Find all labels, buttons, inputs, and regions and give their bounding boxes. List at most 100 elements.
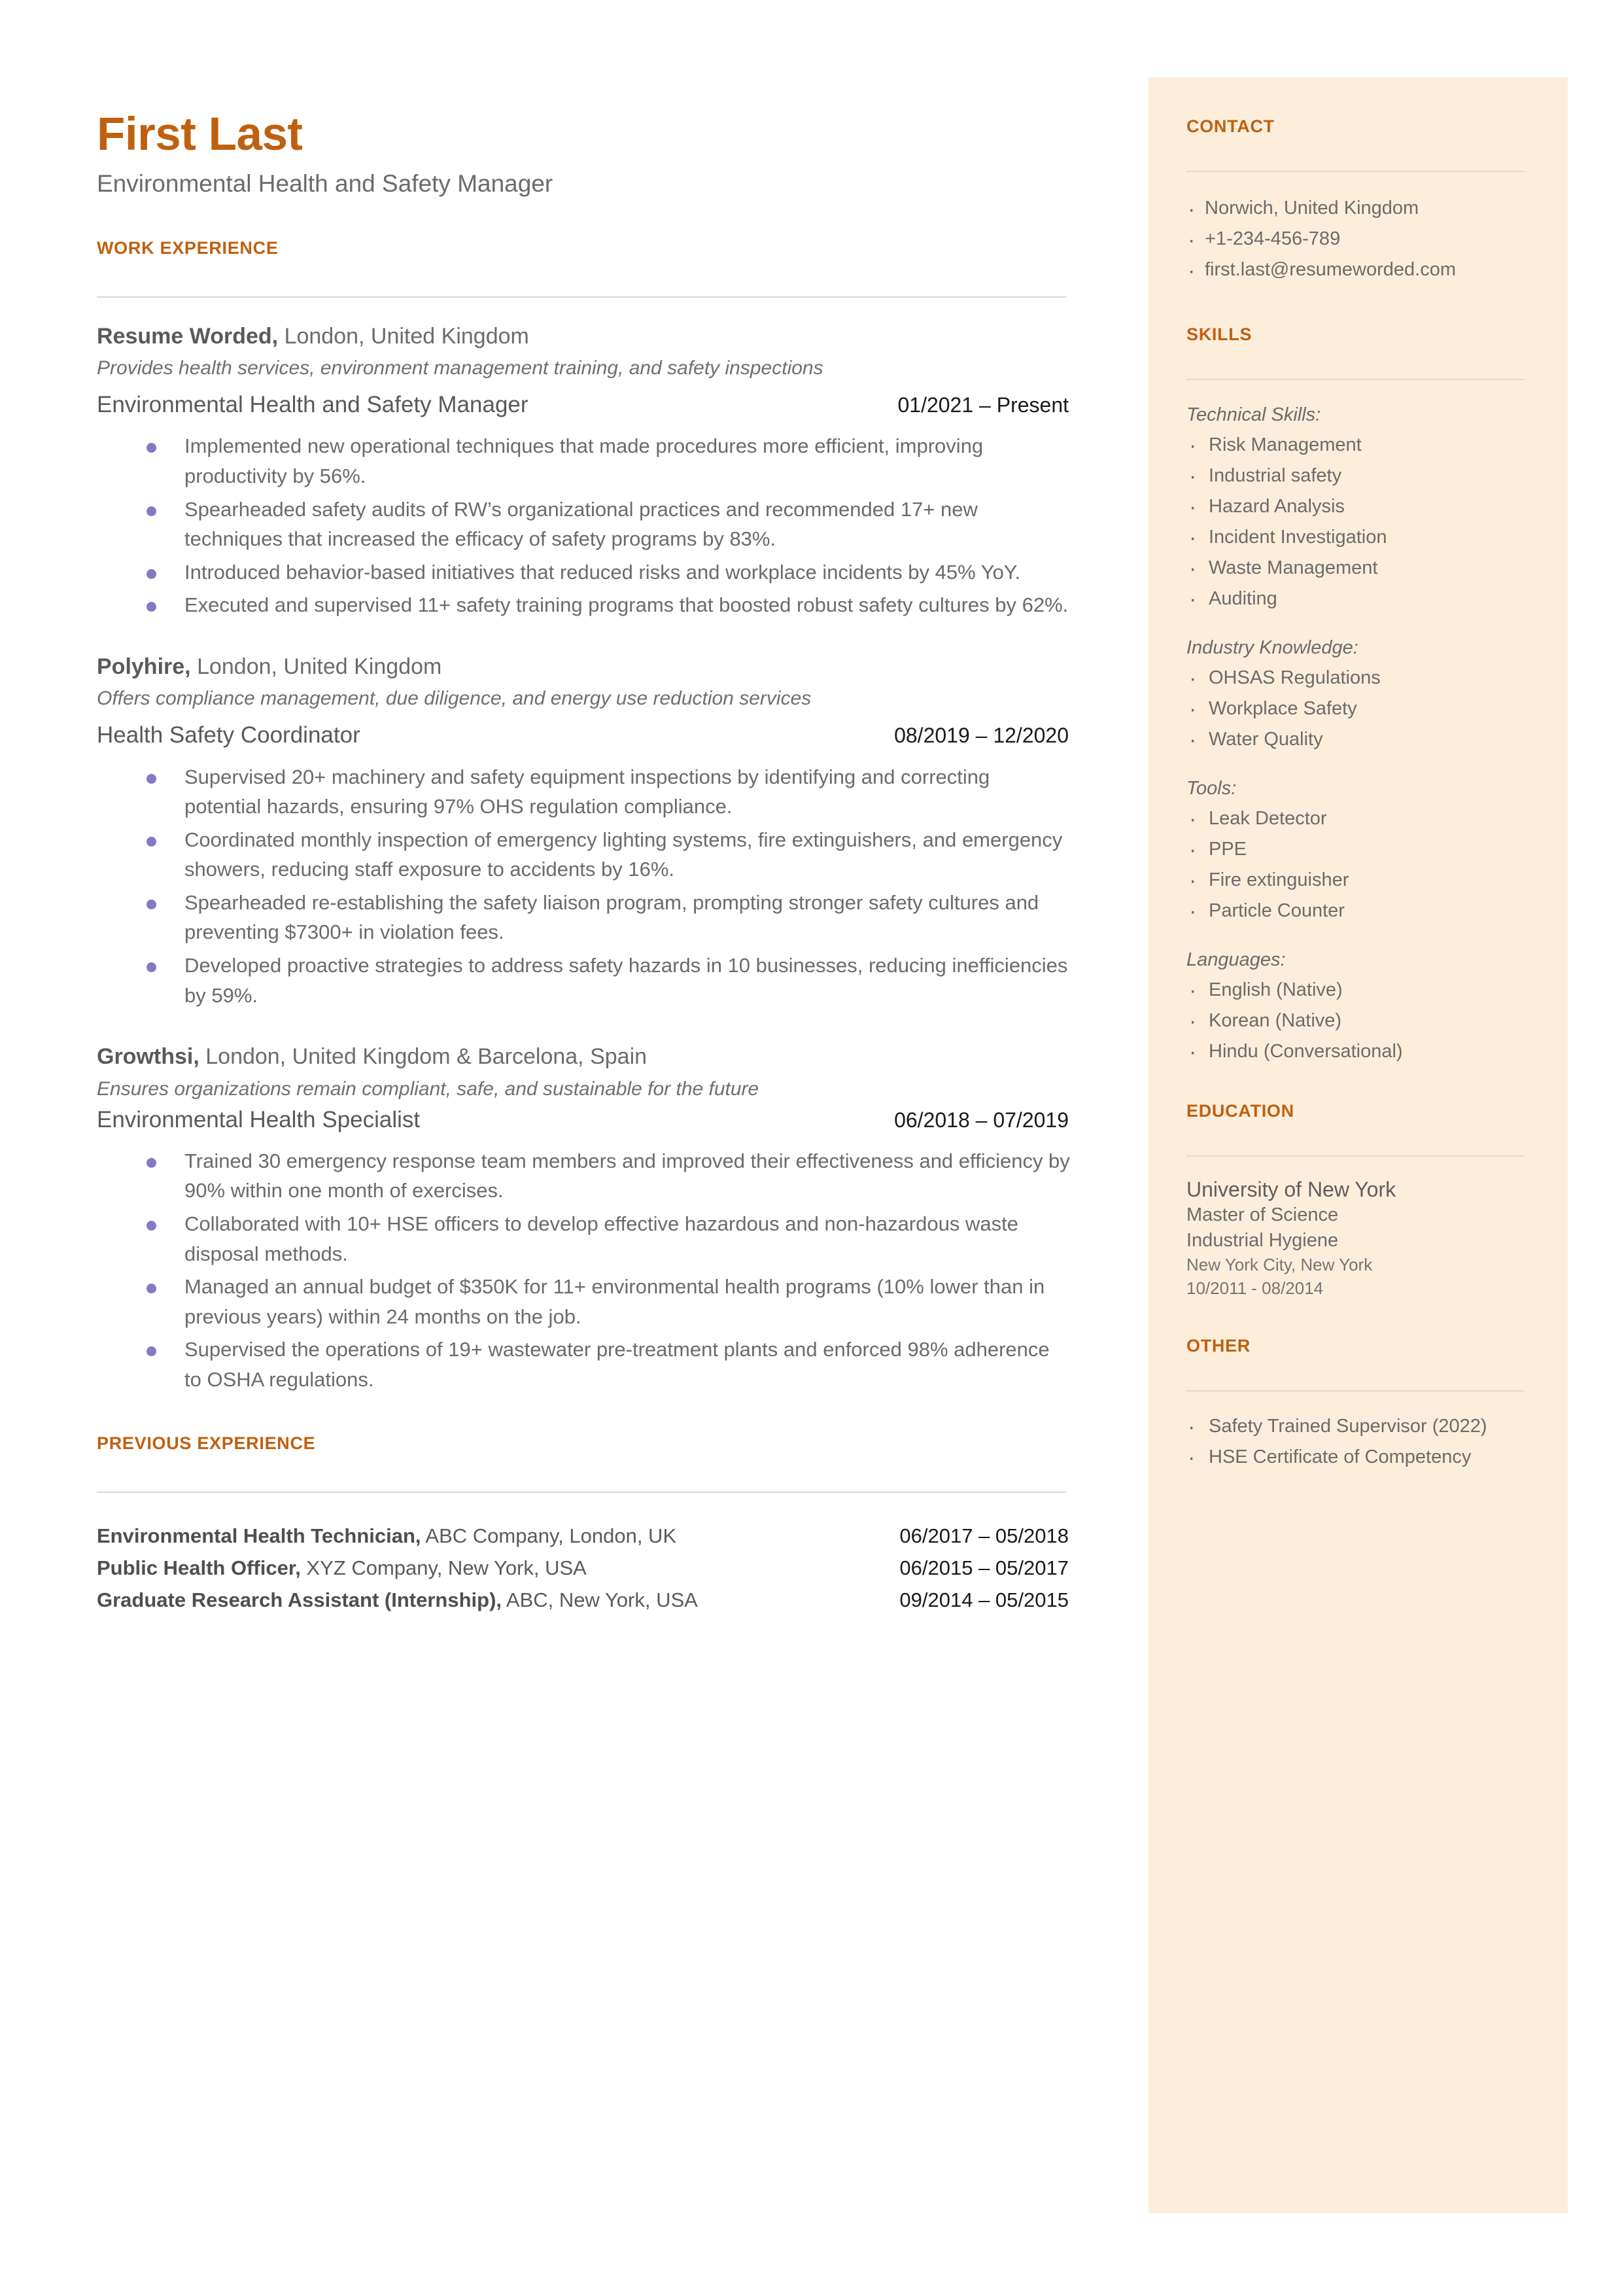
job-dates: 08/2019 – 12/2020 <box>894 724 1069 748</box>
list-item: Collaborated with 10+ HSE officers to de… <box>147 1209 1071 1269</box>
education-location: New York City, New York <box>1186 1254 1373 1274</box>
other-divider <box>1186 1390 1525 1392</box>
job-location-text: London, United Kingdom <box>197 654 442 679</box>
list-item: English (Native) <box>1186 973 1540 1009</box>
prev-job-title-line: Graduate Research Assistant (Internship)… <box>97 1585 698 1617</box>
main-column: First Last Environmental Health and Safe… <box>97 111 1071 1617</box>
job-company-line: Resume Worded, London, United Kingdom <box>97 323 1071 351</box>
list-item: Leak Detector <box>1186 801 1540 837</box>
job-company-line: Growthsi, London, United Kingdom & Barce… <box>97 1043 1071 1071</box>
job-location-text: London, United Kingdom <box>284 323 529 349</box>
list-item: Risk Management <box>1186 428 1540 464</box>
job-description: Offers compliance management, due dilige… <box>97 688 812 710</box>
prev-job-title-line: Environmental Health Technician, ABC Com… <box>97 1520 676 1552</box>
job-location <box>191 654 197 679</box>
job-location <box>199 1044 205 1069</box>
prev-job-title: Graduate Research Assistant (Internship)… <box>97 1588 502 1612</box>
job-company-name: Growthsi, <box>97 1044 199 1070</box>
job-role-row: Health Safety Coordinator 08/2019 – 12/2… <box>97 722 1071 748</box>
education-field: Industrial Hygiene <box>1186 1229 1339 1251</box>
prev-job-detail: XYZ Company, New York, USA <box>300 1556 587 1580</box>
job-location <box>278 324 284 349</box>
education-heading: EDUCATION <box>1186 1100 1294 1121</box>
list-item: Auditing <box>1186 582 1540 618</box>
work-experience-heading: WORK EXPERIENCE <box>97 237 279 258</box>
skill-group-languages: Languages: English (Native) Korean (Nati… <box>1186 946 1540 1070</box>
skill-list: English (Native) Korean (Native) Hindu (… <box>1186 973 1540 1070</box>
list-item: HSE Certificate of Competency <box>1186 1440 1540 1476</box>
resume-header: First Last Environmental Health and Safe… <box>97 111 1071 198</box>
job-role-row: Environmental Health Specialist 06/2018 … <box>97 1107 1071 1133</box>
job-dates: 06/2018 – 07/2019 <box>894 1108 1069 1132</box>
list-item: Developed proactive strategies to addres… <box>147 951 1071 1010</box>
prev-job-title-line: Public Health Officer, XYZ Company, New … <box>97 1552 587 1585</box>
job-role-title: Health Safety Coordinator <box>97 722 360 748</box>
list-item: Hazard Analysis <box>1186 489 1540 525</box>
education-degree: Master of Science <box>1186 1204 1339 1225</box>
sidebar-panel: CONTACT Norwich, United Kingdom +1-234-4… <box>1149 77 1568 2213</box>
prev-job-detail: ABC Company, London, UK <box>421 1524 677 1548</box>
list-item: Implemented new operational techniques t… <box>147 431 1071 491</box>
skills-section: SKILLS Technical Skills: Risk Management… <box>1186 324 1540 1070</box>
prev-job-dates: 06/2017 – 05/2018 <box>899 1524 1069 1548</box>
page-title: First Last <box>97 109 303 160</box>
list-item: PPE <box>1186 832 1540 868</box>
other-list: Safety Trained Supervisor (2022) HSE Cer… <box>1186 1409 1540 1476</box>
list-item: Industrial safety <box>1186 459 1540 495</box>
list-item: Norwich, United Kingdom <box>1186 192 1540 228</box>
job-bullet-list: Supervised 20+ machinery and safety equi… <box>97 762 1071 1011</box>
education-dates: 10/2011 - 08/2014 <box>1186 1278 1324 1298</box>
skill-group-tools: Tools: Leak Detector PPE Fire extinguish… <box>1186 775 1540 930</box>
list-item: Managed an annual budget of $350K for 11… <box>147 1272 1071 1331</box>
list-item: Supervised 20+ machinery and safety equi… <box>147 762 1071 822</box>
contact-list: Norwich, United Kingdom +1-234-456-789 f… <box>1186 192 1540 289</box>
skill-list: Leak Detector PPE Fire extinguisher Part… <box>1186 801 1540 930</box>
job-role-title: Environmental Health and Safety Manager <box>97 392 528 418</box>
previous-experience-list: Environmental Health Technician, ABC Com… <box>97 1520 1071 1617</box>
skill-group-industry-knowledge: Industry Knowledge: OHSAS Regulations Wo… <box>1186 634 1540 758</box>
job-description: Provides health services, environment ma… <box>97 357 823 379</box>
skill-group-label: Industry Knowledge: <box>1186 637 1358 658</box>
job-company-name: Resume Worded, <box>97 323 279 349</box>
list-item: Hindu (Conversational) <box>1186 1034 1540 1070</box>
list-item: Coordinated monthly inspection of emerge… <box>147 825 1071 885</box>
list-item: Spearheaded re-establishing the safety l… <box>147 888 1071 947</box>
table-row: Graduate Research Assistant (Internship)… <box>97 1585 1071 1617</box>
list-item: Water Quality <box>1186 722 1540 758</box>
skills-heading: SKILLS <box>1186 324 1253 344</box>
job-company-name: Polyhire, <box>97 654 191 679</box>
list-item: Spearheaded safety audits of RW’s organi… <box>147 495 1071 554</box>
skill-group-technical: Technical Skills: Risk Management Indust… <box>1186 401 1540 618</box>
skill-list: Risk Management Industrial safety Hazard… <box>1186 428 1540 618</box>
list-item: Workplace Safety <box>1186 692 1540 727</box>
contact-heading: CONTACT <box>1186 116 1275 136</box>
list-item: Trained 30 emergency response team membe… <box>147 1146 1071 1206</box>
job-bullet-list: Implemented new operational techniques t… <box>97 431 1071 620</box>
sidebar-content: CONTACT Norwich, United Kingdom +1-234-4… <box>1186 116 1540 1476</box>
education-school: University of New York <box>1186 1177 1396 1201</box>
job-entry: Resume Worded, London, United Kingdom Pr… <box>97 323 1071 620</box>
job-role-row: Environmental Health and Safety Manager … <box>97 392 1071 418</box>
skill-group-label: Technical Skills: <box>1186 404 1321 425</box>
prev-job-title: Environmental Health Technician, <box>97 1524 421 1548</box>
job-entry: Growthsi, London, United Kingdom & Barce… <box>97 1043 1071 1394</box>
education-section: EDUCATION University of New York Master … <box>1186 1101 1540 1301</box>
list-item: Executed and supervised 11+ safety train… <box>147 590 1071 620</box>
other-section: OTHER Safety Trained Supervisor (2022) H… <box>1186 1335 1540 1476</box>
skill-list: OHSAS Regulations Workplace Safety Water… <box>1186 661 1540 758</box>
job-description: Ensures organizations remain compliant, … <box>97 1077 759 1100</box>
list-item: Fire extinguisher <box>1186 863 1540 899</box>
job-dates: 01/2021 – Present <box>897 393 1069 417</box>
contact-divider <box>1186 171 1525 172</box>
prev-job-detail: ABC, New York, USA <box>502 1588 698 1612</box>
prev-job-dates: 06/2015 – 05/2017 <box>899 1556 1069 1580</box>
contact-section: CONTACT Norwich, United Kingdom +1-234-4… <box>1186 116 1540 289</box>
list-item: Introduced behavior-based initiatives th… <box>147 557 1071 587</box>
list-item: Waste Management <box>1186 551 1540 587</box>
prev-job-title: Public Health Officer, <box>97 1556 301 1580</box>
prev-job-dates: 09/2014 – 05/2015 <box>899 1588 1069 1612</box>
skill-group-label: Languages: <box>1186 949 1286 970</box>
other-heading: OTHER <box>1186 1335 1251 1356</box>
previous-experience-heading: PREVIOUS EXPERIENCE <box>97 1433 316 1454</box>
job-role-title: Environmental Health Specialist <box>97 1106 421 1132</box>
